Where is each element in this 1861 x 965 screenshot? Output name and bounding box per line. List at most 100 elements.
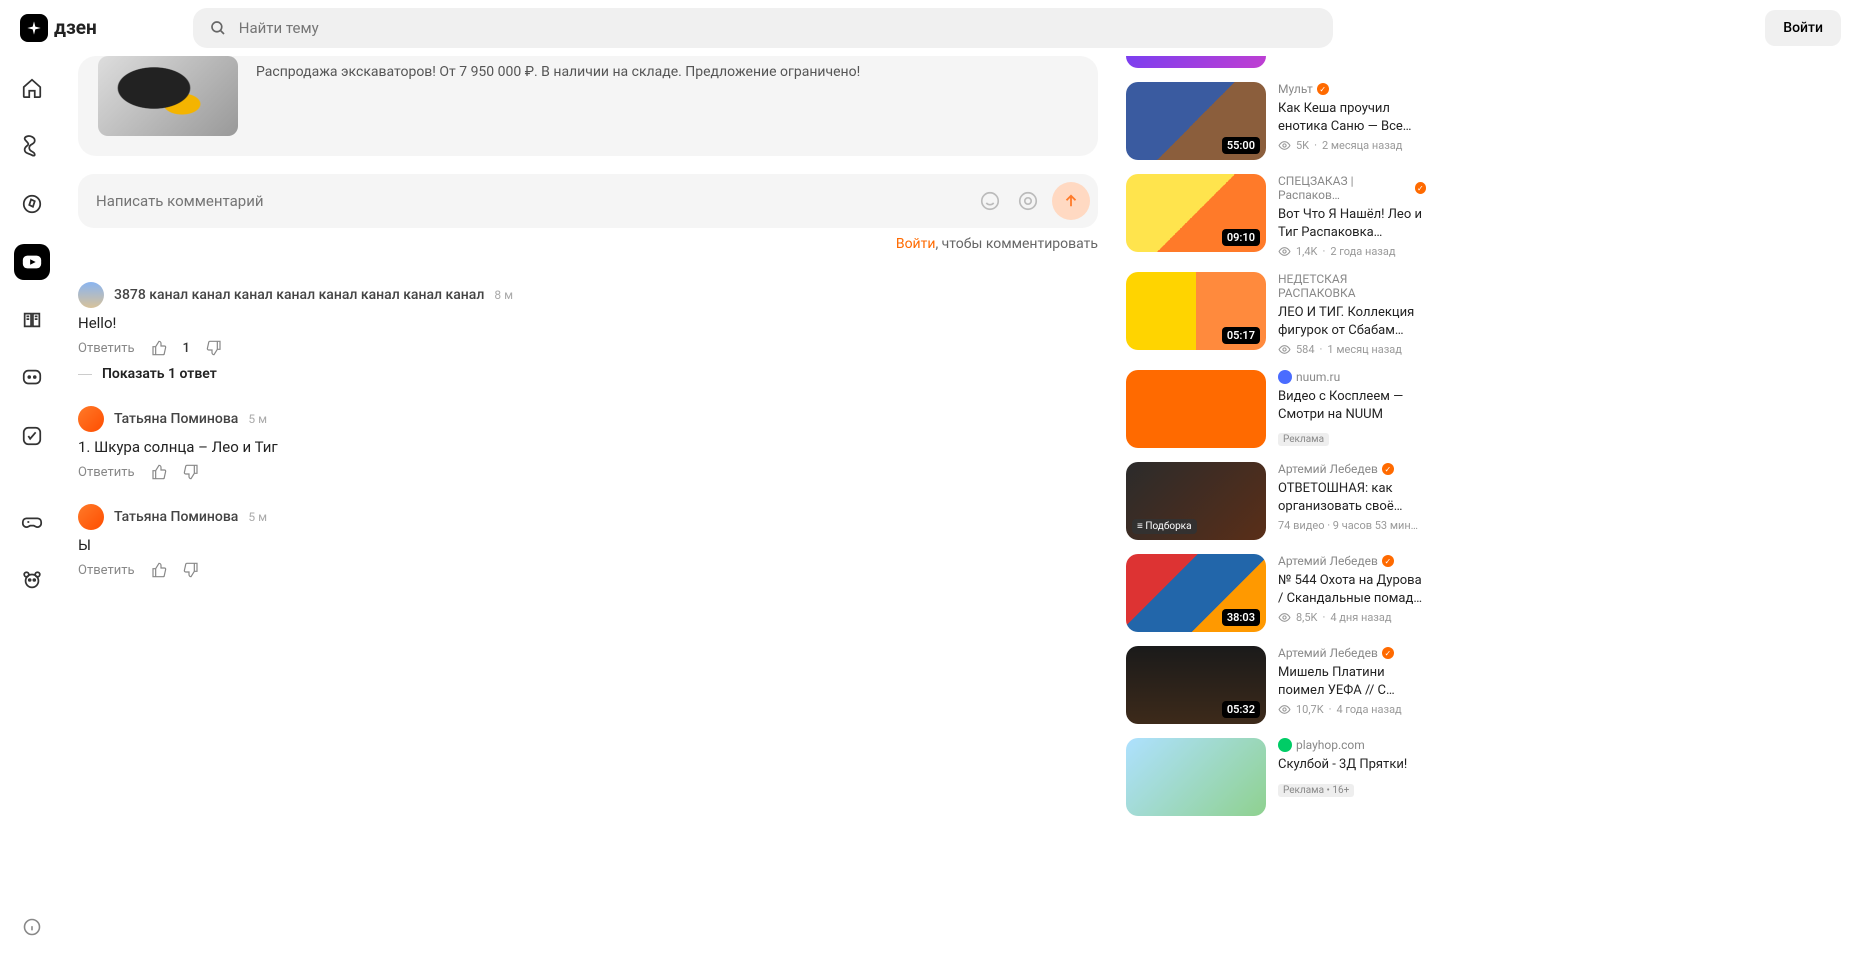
recommendations: 55:00 Мульт ✓ Как Кеша проучил енотика С… xyxy=(1126,56,1426,925)
attach-icon[interactable] xyxy=(1014,187,1042,215)
rec-title: Как Кеша проучил енотика Саню — Все… xyxy=(1278,100,1426,135)
rec-channel[interactable]: nuum.ru xyxy=(1278,370,1426,384)
ad-image xyxy=(98,56,238,136)
nav-apps[interactable] xyxy=(14,418,50,454)
dislike-button[interactable] xyxy=(183,464,199,480)
rec-thumb xyxy=(1126,370,1266,448)
comment-item: 3878 канал канал канал канал канал канал… xyxy=(78,282,1098,382)
rec-item[interactable]: 05:32 Артемий Лебедев ✓ Мишель Платини п… xyxy=(1126,646,1426,724)
login-button[interactable]: Войти xyxy=(1765,10,1841,46)
comment-input[interactable] xyxy=(96,192,966,210)
nav-kids[interactable] xyxy=(14,562,50,598)
rec-title: Скулбой - 3Д Прятки! xyxy=(1278,756,1426,774)
dislike-button[interactable] xyxy=(206,340,222,356)
rec-channel[interactable]: Артемий Лебедев ✓ xyxy=(1278,646,1426,660)
avatar[interactable] xyxy=(78,282,104,308)
avatar[interactable] xyxy=(78,406,104,432)
search-input[interactable] xyxy=(239,19,1317,37)
rec-channel[interactable]: НЕДЕТСКАЯ РАСПАКОВКА xyxy=(1278,272,1426,300)
rec-item[interactable]: nuum.ru Видео с Косплеем — Смотри на NUU… xyxy=(1126,370,1426,448)
like-button[interactable] xyxy=(151,562,167,578)
rec-title: Вот Что Я Нашёл! Лео и Тиг Распаковка… xyxy=(1278,206,1426,241)
comment-author[interactable]: 3878 канал канал канал канал канал канал… xyxy=(114,287,484,303)
like-button[interactable] xyxy=(151,464,167,480)
nav-articles[interactable] xyxy=(14,302,50,338)
rec-title: Мишель Платини поимел УЕФА // С цыганами… xyxy=(1278,664,1426,699)
content: Распродажа экскаваторов! От 7 950 000 ₽.… xyxy=(78,56,1098,925)
playlist-badge: ≡ Подборка xyxy=(1132,519,1197,534)
ad-badge: Реклама • 16+ xyxy=(1278,784,1354,797)
rec-thumb: 38:03 xyxy=(1126,554,1266,632)
nav-discover[interactable] xyxy=(14,186,50,222)
comment-item: Татьяна Поминова 5 м Ы Ответить xyxy=(78,504,1098,578)
emoji-icon[interactable] xyxy=(976,187,1004,215)
comment-time: 5 м xyxy=(248,510,267,524)
rec-thumb: ≡ Подборка xyxy=(1126,462,1266,540)
duration-badge: 09:10 xyxy=(1222,229,1260,246)
ad-text: Распродажа экскаваторов! От 7 950 000 ₽.… xyxy=(256,56,1078,80)
comment-time: 5 м xyxy=(248,412,267,426)
rec-meta: 8,5K·4 дня назад xyxy=(1278,611,1426,624)
rec-item[interactable]: 05:17 НЕДЕТСКАЯ РАСПАКОВКА ЛЕО И ТИГ. Ко… xyxy=(1126,272,1426,356)
ad-banner[interactable]: Распродажа экскаваторов! От 7 950 000 ₽.… xyxy=(78,56,1098,156)
comments-list: 3878 канал канал канал канал канал канал… xyxy=(78,282,1098,578)
rec-item[interactable]: 09:10 СПЕЦЗАКАЗ | Распаков… ✓ Вот Что Я … xyxy=(1126,174,1426,258)
comment-body: Hello! xyxy=(78,314,1098,332)
rec-item[interactable]: 38:03 Артемий Лебедев ✓ № 544 Охота на Д… xyxy=(1126,554,1426,632)
like-button[interactable] xyxy=(151,340,167,356)
sidebar xyxy=(0,56,64,965)
duration-badge: 55:00 xyxy=(1222,137,1260,154)
rec-title: ОТВЕТОШНАЯ: как организовать своё время? xyxy=(1278,480,1426,515)
comment-login-hint: Войти, чтобы комментировать xyxy=(78,236,1098,252)
rec-channel[interactable]: Артемий Лебедев ✓ xyxy=(1278,462,1426,476)
rec-channel[interactable]: СПЕЦЗАКАЗ | Распаков… ✓ xyxy=(1278,174,1426,202)
rec-title: ЛЕО И ТИГ. Коллекция фигурок от Сбабам… xyxy=(1278,304,1426,339)
nav-info[interactable] xyxy=(14,909,50,945)
rec-thumb: 05:32 xyxy=(1126,646,1266,724)
rec-thumb: 05:17 xyxy=(1126,272,1266,350)
rec-thumb: 09:10 xyxy=(1126,174,1266,252)
rec-title: Видео с Косплеем — Смотри на NUUM xyxy=(1278,388,1426,423)
nav-games[interactable] xyxy=(14,504,50,540)
comment-author[interactable]: Татьяна Поминова xyxy=(114,509,238,525)
rec-item[interactable]: playhop.com Скулбой - 3Д Прятки! Реклама… xyxy=(1126,738,1426,816)
search-bar[interactable] xyxy=(193,8,1333,48)
send-button[interactable] xyxy=(1052,182,1090,220)
rec-channel[interactable]: Мульт ✓ xyxy=(1278,82,1426,96)
nav-video[interactable] xyxy=(14,244,50,280)
reply-button[interactable]: Ответить xyxy=(78,341,135,356)
nav-shorts[interactable] xyxy=(14,128,50,164)
show-replies-button[interactable]: Показать 1 ответ xyxy=(78,366,1098,382)
comment-input-box[interactable] xyxy=(78,174,1098,228)
comment-author[interactable]: Татьяна Поминова xyxy=(114,411,238,427)
topbar: дзен Войти xyxy=(0,0,1861,56)
rec-thumb xyxy=(1126,738,1266,816)
search-wrap xyxy=(193,8,1333,48)
rec-thumb: 55:00 xyxy=(1126,82,1266,160)
brand-text: дзен xyxy=(54,16,97,39)
search-icon xyxy=(209,19,227,37)
nav-home[interactable] xyxy=(14,70,50,106)
rec-item[interactable]: ≡ Подборка Артемий Лебедев ✓ ОТВЕТОШНАЯ:… xyxy=(1126,462,1426,540)
comment-body: 1. Шкура солнца – Лео и Тиг xyxy=(78,438,1098,456)
rec-channel[interactable]: playhop.com xyxy=(1278,738,1426,752)
rec-meta: 1,4K·2 года назад xyxy=(1278,245,1426,258)
dislike-button[interactable] xyxy=(183,562,199,578)
logo[interactable]: дзен xyxy=(20,14,97,42)
comment-item: Татьяна Поминова 5 м 1. Шкура солнца – Л… xyxy=(78,406,1098,480)
reply-button[interactable]: Ответить xyxy=(78,465,135,480)
duration-badge: 05:32 xyxy=(1222,701,1260,718)
nav-chats[interactable] xyxy=(14,360,50,396)
rec-meta: 5K·2 месяца назад xyxy=(1278,139,1426,152)
rec-meta: 10,7K·4 года назад xyxy=(1278,703,1426,716)
rec-partial xyxy=(1126,56,1266,68)
rec-item[interactable]: 55:00 Мульт ✓ Как Кеша проучил енотика С… xyxy=(1126,82,1426,160)
rec-channel[interactable]: Артемий Лебедев ✓ xyxy=(1278,554,1426,568)
duration-badge: 05:17 xyxy=(1222,327,1260,344)
rec-meta: 584·1 месяц назад xyxy=(1278,343,1426,356)
like-count: 1 xyxy=(183,341,190,356)
reply-button[interactable]: Ответить xyxy=(78,563,135,578)
comment-login-link[interactable]: Войти xyxy=(896,236,936,252)
comment-body: Ы xyxy=(78,536,1098,554)
avatar[interactable] xyxy=(78,504,104,530)
